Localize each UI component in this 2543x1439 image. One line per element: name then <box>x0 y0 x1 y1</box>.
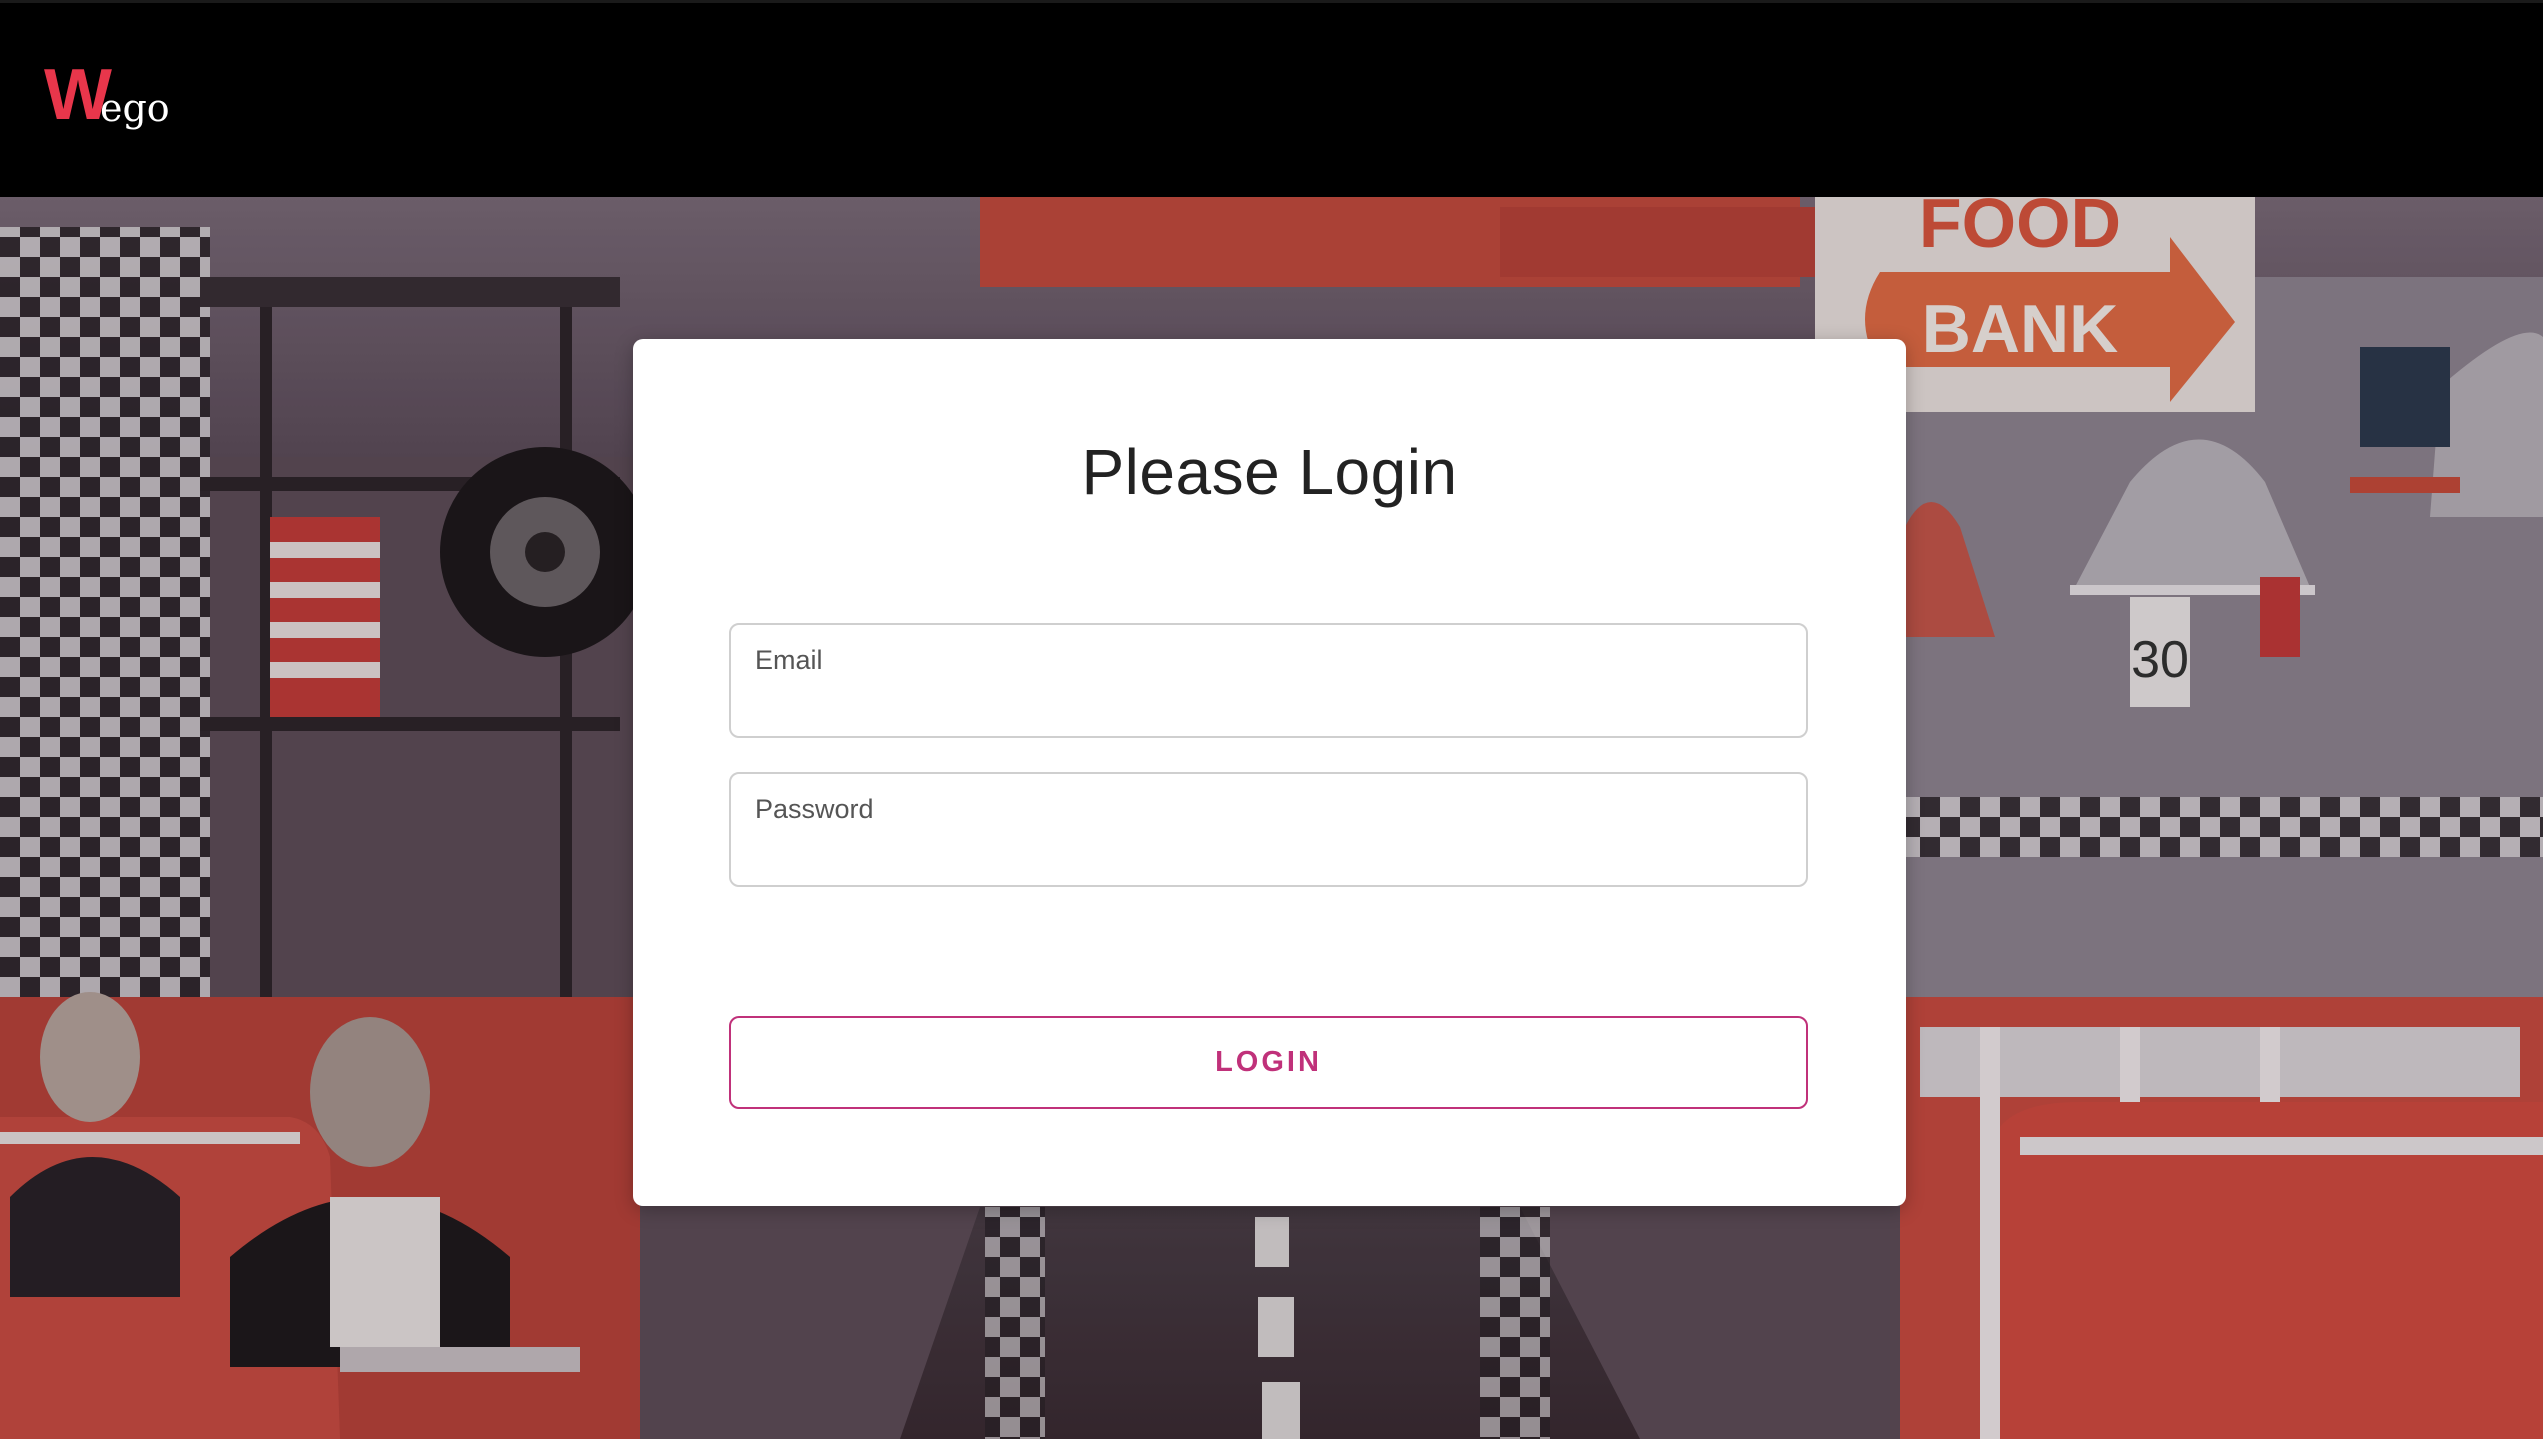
page-title: Please Login <box>1081 436 1458 508</box>
email-label: Email <box>755 645 823 675</box>
login-card: Please Login Email Password LOGIN <box>633 339 1906 1206</box>
wego-logo[interactable]: Wego <box>44 55 170 135</box>
email-field[interactable]: Email <box>729 623 1808 738</box>
password-label: Password <box>755 794 874 824</box>
logo-text: ego <box>99 86 170 130</box>
password-input[interactable] <box>755 832 1782 874</box>
top-header: Wego <box>0 0 2543 197</box>
login-button[interactable]: LOGIN <box>729 1016 1808 1109</box>
email-input[interactable] <box>755 683 1782 725</box>
password-field[interactable]: Password <box>729 772 1808 887</box>
